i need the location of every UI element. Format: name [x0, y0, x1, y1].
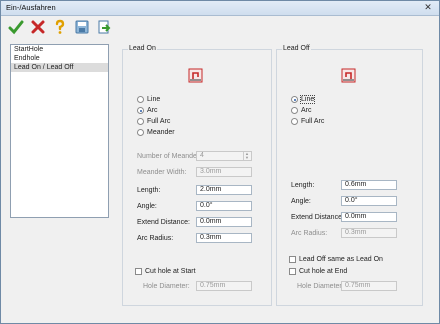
lead-on-extend-label: Extend Distance:: [137, 219, 190, 226]
lead-off-angle-field[interactable]: 0.0°: [341, 196, 397, 206]
title-bar: Ein-/Ausfahren ✕: [1, 1, 439, 16]
lead-off-arc-radius-label: Arc Radius:: [291, 230, 328, 237]
cancel-x-icon[interactable]: [29, 17, 47, 37]
lead-off-extend-label: Extend Distance:: [291, 214, 344, 221]
list-item[interactable]: Endhole: [11, 54, 108, 63]
dialog-window: Ein-/Ausfahren ✕ StartHole Endhole Lead …: [0, 0, 440, 324]
lead-off-angle-label: Angle:: [291, 198, 311, 205]
lead-on-arc-radius-field[interactable]: 0.3mm: [196, 233, 252, 243]
lead-off-hole-diameter-label: Hole Diameter:: [297, 283, 344, 290]
save-icon[interactable]: [73, 17, 91, 37]
lead-on-hole-diameter-field: 0.75mm: [196, 281, 252, 291]
meander-width-field: 3.0mm: [196, 167, 252, 177]
toolbar: [7, 17, 113, 39]
lead-on-angle-field[interactable]: 0.0°: [196, 201, 252, 211]
lead-on-arc-radius-label: Arc Radius:: [137, 235, 174, 242]
lead-off-radio-full-arc[interactable]: Full Arc: [291, 118, 324, 125]
load-icon[interactable]: [95, 17, 113, 37]
close-icon[interactable]: ✕: [421, 2, 435, 13]
category-list[interactable]: StartHole Endhole Lead On / Lead Off: [10, 44, 109, 218]
meanders-label: Number of Meanders:: [137, 153, 205, 160]
ok-check-icon[interactable]: [7, 17, 25, 37]
lead-off-length-label: Length:: [291, 182, 315, 189]
help-question-icon[interactable]: [51, 17, 69, 37]
list-item[interactable]: StartHole: [11, 45, 108, 54]
lead-off-title: Lead Off: [282, 45, 311, 52]
lead-on-radio-arc[interactable]: Arc: [137, 107, 158, 114]
lead-on-radio-line[interactable]: Line: [137, 96, 160, 103]
lead-on-group: Lead On Line Arc Full Arc Meander Number…: [122, 45, 272, 306]
lead-on-length-field[interactable]: 2.0mm: [196, 185, 252, 195]
lead-off-arc-radius-field: 0.3mm: [341, 228, 397, 238]
lead-on-radio-full-arc[interactable]: Full Arc: [137, 118, 170, 125]
lead-on-extend-field[interactable]: 0.0mm: [196, 217, 252, 227]
lead-on-hole-diameter-label: Hole Diameter:: [143, 283, 190, 290]
lead-off-radio-line[interactable]: Line: [291, 95, 316, 104]
cut-hole-start-checkbox[interactable]: Cut hole at Start: [135, 268, 196, 275]
window-title: Ein-/Ausfahren: [6, 3, 56, 12]
lead-on-icon: [188, 68, 203, 83]
lead-off-hole-diameter-field: 0.75mm: [341, 281, 397, 291]
lead-on-angle-label: Angle:: [137, 203, 157, 210]
lead-off-icon: [341, 68, 356, 83]
list-item-selected[interactable]: Lead On / Lead Off: [11, 63, 108, 72]
cut-hole-end-checkbox[interactable]: Cut hole at End: [289, 268, 347, 275]
meander-width-label: Meander Width:: [137, 169, 187, 176]
lead-off-group: Lead Off Line Arc Full Arc Length: 0.6mm…: [276, 45, 423, 306]
lead-on-title: Lead On: [128, 45, 157, 52]
lead-off-radio-arc[interactable]: Arc: [291, 107, 312, 114]
meanders-spin-field: 4 ▲ ▼: [196, 151, 252, 161]
lead-on-radio-meander[interactable]: Meander: [137, 129, 175, 136]
lead-on-length-label: Length:: [137, 187, 161, 194]
lead-off-length-field[interactable]: 0.6mm: [341, 180, 397, 190]
lead-off-same-checkbox[interactable]: Lead Off same as Lead On: [289, 256, 383, 263]
lead-off-extend-field[interactable]: 0.0mm: [341, 212, 397, 222]
